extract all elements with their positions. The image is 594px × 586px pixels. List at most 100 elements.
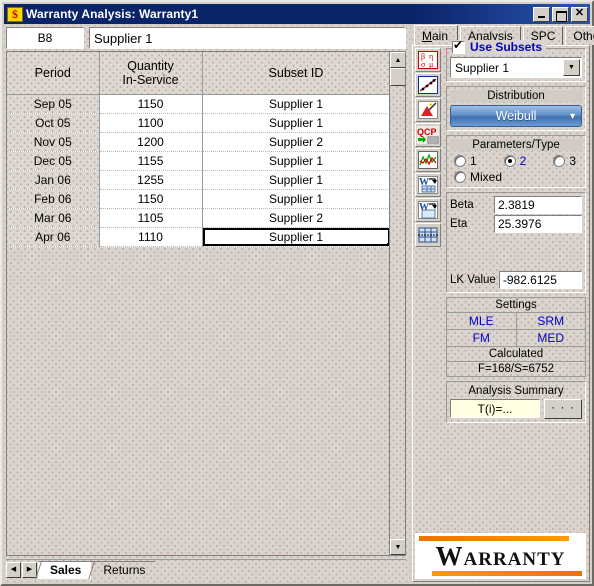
tab-scroll-next-icon[interactable]: ▶	[22, 561, 37, 578]
table-row[interactable]: Feb 06 1150 Supplier 1	[7, 189, 391, 209]
cell-subset-selected[interactable]: Supplier 1	[202, 227, 391, 247]
cell-quantity[interactable]: 1110	[99, 227, 203, 247]
radio-1-icon[interactable]	[454, 155, 466, 167]
table-row[interactable]: Dec 05 1155 Supplier 1	[7, 151, 391, 171]
parameters-greek-icon[interactable]: β η σ μ	[415, 48, 441, 72]
tab-scroll-prev-icon[interactable]: ◀	[6, 561, 21, 578]
maximize-button[interactable]	[552, 6, 569, 22]
sheet-tab-sales[interactable]: Sales	[38, 560, 92, 579]
analysis-summary-title: Analysis Summary	[468, 385, 564, 397]
cell-subset[interactable]: Supplier 1	[202, 151, 391, 171]
warranty-logo: Warranty	[415, 533, 586, 579]
window-title: Warranty Analysis: Warranty1	[26, 7, 199, 21]
dollar-icon: $	[7, 6, 23, 22]
cell-period[interactable]: Dec 05	[7, 151, 100, 171]
cell-subset[interactable]: Supplier 1	[202, 189, 391, 209]
table-row[interactable]: Jan 06 1255 Supplier 1	[7, 170, 391, 190]
data-grid-icon[interactable]	[415, 223, 441, 247]
settings-med-button[interactable]: MED	[517, 330, 586, 346]
scroll-down-button[interactable]: ▼	[390, 539, 405, 555]
chevron-down-icon[interactable]: ▼	[568, 111, 577, 121]
table-row[interactable]: Apr 06 1110 Supplier 1	[7, 227, 391, 247]
cell-quantity[interactable]: 1150	[99, 189, 203, 209]
cell-quantity[interactable]: 1105	[99, 208, 203, 228]
logo-accent-bar-top	[419, 536, 569, 541]
cell-reference-box[interactable]: B8	[6, 27, 84, 49]
cell-subset[interactable]: Supplier 2	[202, 208, 391, 228]
cell-subset[interactable]: Supplier 1	[202, 170, 391, 190]
qcp-icon[interactable]: QCP	[415, 123, 441, 147]
radio-param-1[interactable]: 1	[454, 154, 477, 168]
settings-row-2: FM MED	[447, 330, 585, 347]
analysis-summary-field[interactable]: T(i)=...	[450, 399, 540, 418]
data-table: Period Quantity In-Service Subset ID Sep…	[7, 52, 391, 247]
use-subsets-checkbox[interactable]	[452, 39, 465, 54]
chevron-down-icon[interactable]: ▼	[563, 59, 580, 76]
column-header-quantity[interactable]: Quantity In-Service	[99, 52, 203, 95]
table-row[interactable]: Sep 05 1150 Supplier 1	[7, 94, 391, 114]
settings-fm-button[interactable]: FM	[447, 330, 517, 346]
analysis-summary-group: Analysis Summary T(i)=... · · ·	[446, 381, 586, 423]
eta-field[interactable]: 25.3976	[494, 215, 582, 233]
settings-title: Settings	[447, 298, 585, 313]
cell-subset[interactable]: Supplier 1	[202, 113, 391, 133]
spreadsheet-grid: Period Quantity In-Service Subset ID Sep…	[6, 51, 406, 556]
distribution-wizard-icon[interactable]: ✦	[415, 98, 441, 122]
cell-subset[interactable]: Supplier 2	[202, 132, 391, 152]
cell-quantity[interactable]: 1255	[99, 170, 203, 190]
formula-bar: B8 Supplier 1	[6, 27, 406, 49]
sheet-tab-returns[interactable]: Returns	[91, 560, 156, 579]
column-header-period[interactable]: Period	[7, 52, 100, 95]
svg-text:✦: ✦	[428, 101, 434, 109]
subset-select[interactable]: Supplier 1 ▼	[450, 57, 582, 78]
cell-quantity[interactable]: 1100	[99, 113, 203, 133]
cell-period[interactable]: Sep 05	[7, 94, 100, 114]
analysis-summary-more-button[interactable]: · · ·	[544, 399, 582, 419]
cell-quantity[interactable]: 1155	[99, 151, 203, 171]
settings-mle-button[interactable]: MLE	[447, 313, 517, 329]
export-word-table-icon[interactable]: W	[415, 173, 441, 197]
lk-value-field[interactable]: -982.6125	[498, 271, 582, 289]
logo-accent-bar-bottom	[432, 571, 582, 576]
table-row[interactable]: Nov 05 1200 Supplier 2	[7, 132, 391, 152]
use-subsets-row[interactable]: Use Subsets	[452, 39, 547, 54]
radio-param-mixed[interactable]: Mixed	[454, 170, 502, 184]
cell-subset[interactable]: Supplier 1	[202, 94, 391, 114]
cell-quantity[interactable]: 1150	[99, 94, 203, 114]
trend-chart-icon[interactable]	[415, 148, 441, 172]
radio-param-2[interactable]: 2	[503, 154, 526, 168]
beta-field[interactable]: 2.3819	[494, 196, 582, 214]
vertical-scrollbar[interactable]: ▲ ▼	[389, 52, 405, 555]
table-body: Sep 05 1150 Supplier 1 Oct 05 1100 Suppl…	[7, 94, 391, 247]
column-header-subset[interactable]: Subset ID	[202, 52, 391, 95]
radio-3-icon[interactable]	[553, 155, 566, 167]
export-word-doc-icon[interactable]: W	[415, 198, 441, 222]
radio-param-3[interactable]: 3	[553, 154, 576, 168]
tab-other[interactable]: Other	[565, 26, 594, 45]
cell-period[interactable]: Oct 05	[7, 113, 100, 133]
settings-srm-button[interactable]: SRM	[517, 313, 586, 329]
table-row[interactable]: Mar 06 1105 Supplier 2	[7, 208, 391, 228]
cell-quantity[interactable]: 1200	[99, 132, 203, 152]
radio-mixed-icon[interactable]	[454, 171, 466, 183]
radio-2-icon[interactable]	[503, 155, 516, 167]
formula-input[interactable]: Supplier 1	[89, 27, 406, 49]
tab-main-rest: ain	[432, 28, 449, 43]
analysis-panel: Main Analysis SPC Other β η σ μ	[412, 25, 594, 582]
table-row[interactable]: Oct 05 1100 Supplier 1	[7, 113, 391, 133]
parameters-type-title: Parameters/Type	[450, 139, 582, 151]
cell-period[interactable]: Mar 06	[7, 208, 100, 228]
scroll-up-button[interactable]: ▲	[390, 52, 405, 68]
distribution-select[interactable]: Weibull ▼	[450, 105, 582, 127]
minimize-button[interactable]	[533, 6, 550, 22]
title-bar: $ Warranty Analysis: Warranty1 ✕	[4, 4, 590, 24]
close-button[interactable]: ✕	[571, 6, 588, 22]
warranty-analysis-window: $ Warranty Analysis: Warranty1 ✕ B8 Supp…	[0, 0, 594, 586]
probability-plot-icon[interactable]	[415, 73, 441, 97]
cell-period[interactable]: Nov 05	[7, 132, 100, 152]
scroll-thumb[interactable]	[390, 68, 405, 86]
cell-period[interactable]: Jan 06	[7, 170, 100, 190]
cell-period[interactable]: Feb 06	[7, 189, 100, 209]
cell-period[interactable]: Apr 06	[7, 227, 100, 247]
subset-select-value: Supplier 1	[455, 60, 510, 75]
